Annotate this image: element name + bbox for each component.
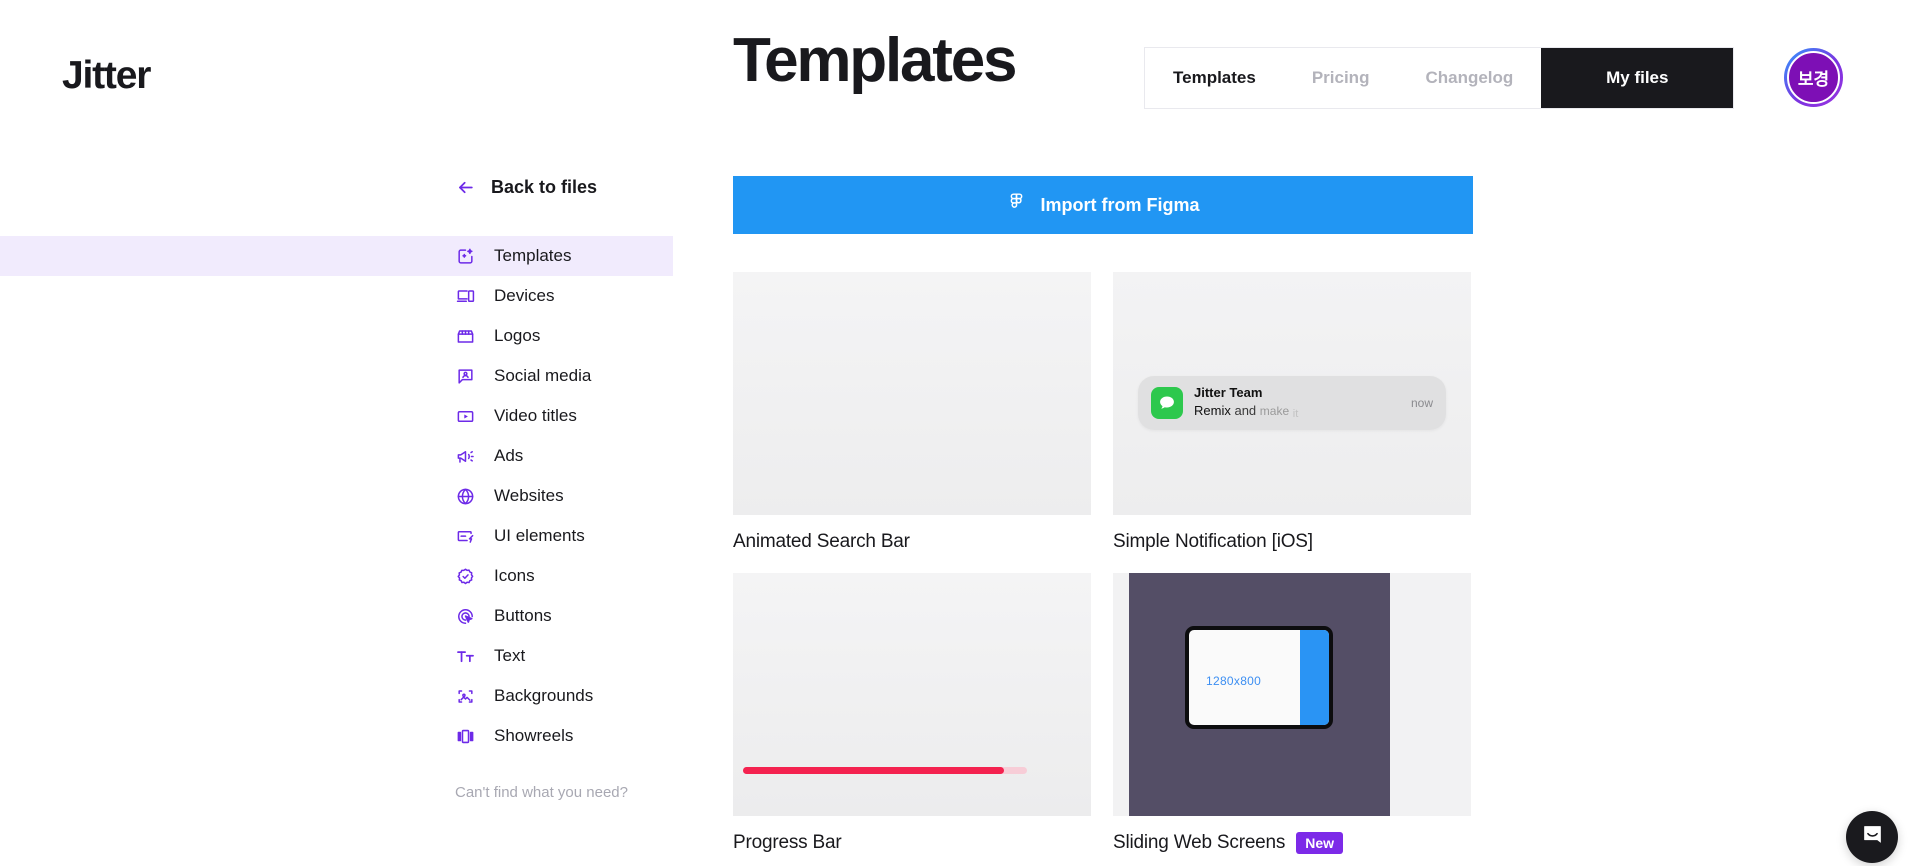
sidebar-item-templates[interactable]: Templates (0, 236, 673, 276)
messages-icon (1151, 387, 1183, 419)
nav-item-templates[interactable]: Templates (1145, 48, 1284, 108)
image-frame-icon (455, 686, 476, 707)
intercom-chat-button[interactable] (1846, 811, 1898, 863)
template-title: Progress Bar (733, 832, 842, 853)
sidebar-item-label: Icons (494, 566, 535, 585)
main-content: Import from Figma Animated Search Bar Ji… (733, 176, 1473, 854)
template-title: Animated Search Bar (733, 531, 910, 552)
notification-word-4: it (1292, 407, 1299, 420)
intercom-chat-icon (1860, 822, 1885, 852)
sidebar-item-social-media[interactable]: Social media (0, 356, 673, 396)
devices-icon (455, 286, 476, 307)
sidebar-item-buttons[interactable]: Buttons (0, 596, 673, 636)
template-card-meta: Sliding Web Screens New (1113, 832, 1471, 854)
sidebar-item-label: Text (494, 646, 526, 665)
templates-grid: Animated Search Bar Jitter Team Remix an… (733, 272, 1473, 854)
template-title: Sliding Web Screens (1113, 832, 1286, 853)
slide-stage: 1280x800 (1129, 573, 1390, 816)
sidebar-item-label: Templates (494, 246, 572, 265)
avatar[interactable]: 보경 (1784, 48, 1843, 107)
showreel-icon (455, 726, 476, 747)
back-to-files-button[interactable]: Back to files (455, 170, 735, 204)
progress-track (743, 767, 1027, 774)
notification-body: Jitter Team Remix and make it (1194, 384, 1392, 421)
page-title: Templates (733, 26, 1017, 95)
sidebar-item-logos[interactable]: Logos (0, 316, 673, 356)
sidebar-item-label: Video titles (494, 406, 577, 425)
template-card-meta: Progress Bar (733, 832, 1091, 854)
storefront-icon (455, 326, 476, 347)
sidebar-item-ads[interactable]: Ads (0, 436, 673, 476)
notification-word-3: make (1259, 403, 1290, 418)
sidebar-item-websites[interactable]: Websites (0, 476, 673, 516)
megaphone-icon (455, 446, 476, 467)
template-preview-progress-bar[interactable] (733, 573, 1091, 816)
sidebar-item-label: Devices (494, 286, 555, 305)
browser-screen-label: 1280x800 (1206, 674, 1262, 688)
notification-time: now (1410, 396, 1433, 410)
main-nav: Templates Pricing Changelog My files (1144, 47, 1735, 109)
sidebar-item-label: Showreels (494, 726, 574, 745)
template-card-meta: Animated Search Bar (733, 531, 1091, 553)
text-size-icon (455, 646, 476, 667)
social-media-icon (455, 366, 476, 387)
sidebar-item-text[interactable]: Text (0, 636, 673, 676)
browser-mockup: 1280x800 (1185, 626, 1333, 729)
templates-sparkle-icon (455, 246, 476, 267)
sidebar: Back to files Templates Devices Logos So… (0, 170, 735, 801)
app-header: Jitter Templates Templates Pricing Chang… (0, 0, 1912, 132)
sidebar-item-icons[interactable]: Icons (0, 556, 673, 596)
template-card[interactable]: Jitter Team Remix and make it now Simple… (1113, 272, 1471, 553)
avatar-initials: 보경 (1787, 51, 1840, 104)
cursor-click-icon (455, 606, 476, 627)
sliding-panel (1300, 630, 1329, 725)
sidebar-item-label: Logos (494, 326, 541, 345)
video-play-icon (455, 406, 476, 427)
template-preview-sliding-web-screens[interactable]: 1280x800 (1113, 573, 1471, 816)
globe-icon (455, 486, 476, 507)
sidebar-item-video-titles[interactable]: Video titles (0, 396, 673, 436)
template-card[interactable]: 1280x800 Sliding Web Screens New (1113, 573, 1471, 854)
notification-card: Jitter Team Remix and make it now (1138, 376, 1446, 430)
figma-icon (1006, 192, 1027, 218)
sidebar-item-label: Buttons (494, 606, 552, 625)
sidebar-item-showreels[interactable]: Showreels (0, 716, 673, 756)
template-preview-simple-notification[interactable]: Jitter Team Remix and make it now (1113, 272, 1471, 515)
import-from-figma-label: Import from Figma (1040, 194, 1200, 215)
ui-elements-icon (455, 526, 476, 547)
template-card[interactable]: Progress Bar (733, 573, 1091, 854)
sidebar-item-label: Ads (494, 446, 524, 465)
my-files-button[interactable]: My files (1541, 48, 1734, 108)
template-card-meta: Simple Notification [iOS] (1113, 531, 1471, 553)
jitter-logo[interactable]: Jitter (62, 54, 151, 98)
new-badge: New (1296, 832, 1344, 854)
sidebar-category-list: Templates Devices Logos Social media Vid… (0, 236, 735, 756)
sidebar-item-label: Social media (494, 366, 592, 385)
notification-message: Remix and make it (1194, 402, 1392, 422)
sidebar-item-label: Websites (494, 486, 564, 505)
back-to-files-label: Back to files (491, 176, 598, 197)
nav-item-changelog[interactable]: Changelog (1397, 48, 1541, 108)
sidebar-item-ui-elements[interactable]: UI elements (0, 516, 673, 556)
notification-word-1: Remix (1194, 402, 1231, 418)
template-preview-animated-search-bar[interactable] (733, 272, 1091, 515)
notification-word-2: and (1234, 402, 1257, 418)
sidebar-item-label: UI elements (494, 526, 585, 545)
sidebar-footer-text: Can't find what you need? (455, 784, 628, 801)
nav-item-pricing[interactable]: Pricing (1284, 48, 1398, 108)
template-title: Simple Notification [iOS] (1113, 531, 1313, 552)
sidebar-item-label: Backgrounds (494, 686, 594, 705)
template-card[interactable]: Animated Search Bar (733, 272, 1091, 553)
app-root: Jitter Templates Templates Pricing Chang… (0, 0, 1912, 866)
notification-app-name: Jitter Team (1194, 385, 1263, 401)
badge-check-icon (455, 566, 476, 587)
import-from-figma-button[interactable]: Import from Figma (733, 176, 1473, 234)
sidebar-item-backgrounds[interactable]: Backgrounds (0, 676, 673, 716)
progress-fill (743, 767, 1005, 774)
arrow-left-icon (455, 177, 476, 198)
sidebar-item-devices[interactable]: Devices (0, 276, 673, 316)
